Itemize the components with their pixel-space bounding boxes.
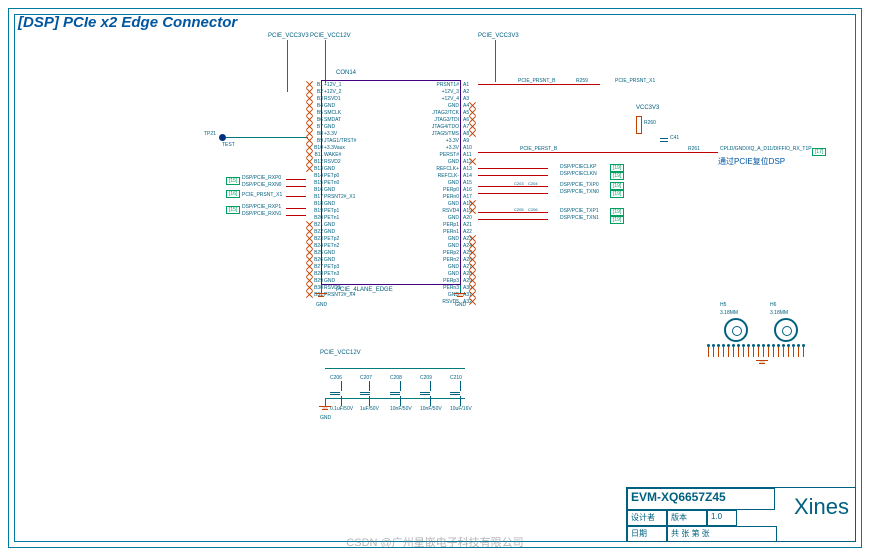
offpage-perst: [17] [812,148,826,156]
net-perst-out: CPLD/GND/XQ_A_D11/DIFFIO_RX_T1P [720,146,812,152]
cap-c41-label: C41 [670,135,679,141]
tb-rev: 1.0 [707,510,737,526]
cap-c204: C204 [528,181,538,186]
wire [478,168,548,169]
wire [321,285,322,293]
no-connect-icon [306,291,313,298]
net-prsnt-b: PCIE_PRSNT_B [518,78,556,84]
watermark: CSDN @广州星嵌电子科技有限公司 [0,534,870,550]
offpage-prsntx1: [16] [226,190,240,198]
offpage-tx0b: [19] [610,190,624,198]
offpage-tx1a: [19] [610,208,624,216]
decoupling-caps: C2060.1uF/50V C2071uF/50V C20810nF/50V C209… [320,360,490,420]
mounting-hole-h6 [774,318,798,342]
net-rxp1: DSP/PCIE_RXP1 [242,204,281,210]
gnd-icon [756,360,768,369]
gnd-icon [315,293,327,302]
net-rxn1: DSP/PCIE_RXN1 [242,211,281,217]
ic-refdes: CON14 [336,70,356,76]
decoupling-cap: C2071uF/50V [360,375,379,412]
wire [478,186,548,187]
testpoint-ref: TP21 [204,131,216,137]
hole-pads [706,344,806,356]
net-txp1: DSP/PCIE_TXP1 [560,208,599,214]
tb-designer-lbl: 设计者 [627,510,667,526]
rail-cap12v: PCIE_VCC12V [320,350,361,356]
no-connect-icon [306,165,313,172]
ic-left-pin-names: +12V_1+12V_2RSVD1GNDSMCLKSMDATGND+3.3VJT… [324,82,356,299]
testpoint-label: TEST [222,142,235,148]
rail-vcc12v: PCIE_VCC12V [310,33,351,39]
cap-c205: C205 [514,207,524,212]
wire [460,285,461,293]
hole-h6-ref: H6 [770,302,776,308]
no-connect-icon [469,130,476,137]
net-rxn0: DSP/PCIE_RXN0 [242,182,281,188]
hole-h5-val: 3.18MM [720,310,738,316]
wire [325,398,326,406]
cap-c203: C203 [514,181,524,186]
gnd-icon [319,406,331,415]
decoupling-cap: C2060.1uF/50V [330,375,353,412]
net-prsnt-x1-out: PCIE_PRSNT_X1 [615,78,655,84]
net-prsntx1: PCIE_PRSNT_X1 [242,192,282,198]
wire [478,212,548,213]
offpage-refclk2: [19] [610,172,624,180]
offpage-rx0: [15] [226,177,240,185]
gnd-label-caps: GND [320,415,331,421]
offpage-refclk1: [19] [610,164,624,172]
offpage-rx1: [15] [226,206,240,214]
wire [286,208,306,209]
wire [286,179,306,180]
net-txp0: DSP/PCIE_TXP0 [560,182,599,188]
net-txn0: DSP/PCIE_TXN0 [560,189,599,195]
gnd-icon [454,293,466,302]
res-r260-label: R260 [644,120,656,126]
net-txn1: DSP/PCIE_TXN1 [560,215,599,221]
ic-right-pin-names: PRSNT1#+12V_3+12V_4GNDJTAG2/TCKJTAG3/TDI… [432,82,459,306]
mounting-hole-h5 [724,318,748,342]
tb-model: EVM-XQ6657Z45 [627,488,775,510]
wire [226,137,308,138]
hole-h6-val: 3.18MM [770,310,788,316]
tb-company: Xines [794,494,849,520]
wire [478,84,600,85]
decoupling-cap: C20910nF/50V [420,375,442,412]
net-refclkp: DSP/PCIECLKP [560,164,596,170]
wire [495,40,496,82]
hole-h5-ref: H5 [720,302,726,308]
offpage-tx0a: [19] [610,182,624,190]
res-r259: R259 [576,78,588,84]
wire [286,196,306,197]
wire [287,40,288,92]
offpage-tx1b: [19] [610,216,624,224]
res-r261-label: R261 [688,146,700,152]
rail-vcc3v3-far: VCC3V3 [636,105,659,111]
no-connect-icon [469,158,476,165]
rail-vcc3v3-left: PCIE_VCC3V3 [268,33,309,39]
decoupling-cap: C21010uF/16V [450,375,472,412]
tb-rev-lbl: 版本 [667,510,707,526]
wire [325,40,326,83]
testpoint-dot [219,134,226,141]
no-connect-icon [469,298,476,305]
annotation-cn: 通过PCIE复位DSP [718,156,785,167]
net-perst: PCIE_PERST_B [520,146,557,152]
decoupling-cap: C20810nF/50V [390,375,412,412]
rail-vcc3v3-right: PCIE_VCC3V3 [478,33,519,39]
gnd-label-l: GND [316,302,327,308]
wire [286,186,306,187]
net-refclkn: DSP/PCIECLKN [560,171,597,177]
net-rxp0: DSP/PCIE_RXP0 [242,175,281,181]
wire [478,219,548,220]
wire [286,215,306,216]
wire [478,175,548,176]
wire [478,193,548,194]
cap-c206: C206 [528,207,538,212]
wire [478,152,718,153]
no-connect-icon [469,207,476,214]
gnd-label-r: GND [455,302,466,308]
resistor-r260 [636,116,642,134]
page-title: [DSP] PCIe x2 Edge Connector [18,14,237,31]
